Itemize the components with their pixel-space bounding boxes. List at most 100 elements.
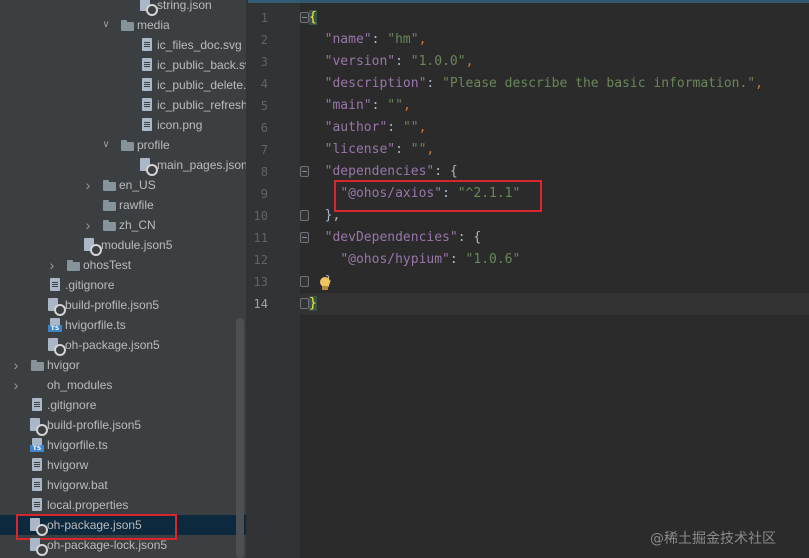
folder-icon [102, 198, 116, 212]
fold-end-icon[interactable] [300, 210, 309, 221]
tree-item[interactable]: icon.png [0, 115, 246, 135]
code-line[interactable]: { [309, 7, 317, 29]
tree-item[interactable]: hvigorfile.ts [0, 435, 246, 455]
tree-item[interactable]: hvigorfile.ts [0, 315, 246, 335]
line-number: 13 [253, 275, 268, 289]
tree-item-label: main_pages.json [157, 158, 246, 172]
json-file-icon [48, 298, 66, 316]
code-line[interactable]: "@ohos/hypium": "1.0.6" [309, 249, 520, 271]
fold-end-icon[interactable] [300, 298, 309, 309]
code-line[interactable]: "license": "", [309, 139, 435, 161]
tree-item[interactable]: build-profile.json5 [0, 295, 246, 316]
tree-item[interactable]: › hvigor [0, 355, 246, 375]
tree-item[interactable]: hvigorw.bat [0, 475, 246, 495]
file-icon [140, 98, 154, 112]
tree-item[interactable]: › ohosTest [0, 255, 246, 275]
code-token: : [371, 98, 388, 113]
chevron-right-icon[interactable]: › [82, 215, 94, 235]
code-token: "version" [324, 54, 396, 69]
tree-item-label: hvigorw.bat [47, 478, 108, 492]
code-line[interactable]: "description": "Please describe the basi… [309, 73, 763, 95]
code-line[interactable]: "version": "1.0.0", [309, 51, 474, 73]
lightbulb-icon[interactable] [318, 276, 332, 292]
code-token: "main" [324, 98, 372, 113]
line-number: 3 [260, 55, 268, 69]
json-file-icon [30, 518, 48, 536]
tree-item-label: rawfile [119, 198, 154, 212]
code-line[interactable]: "name": "hm", [309, 29, 427, 51]
code-token: , [465, 54, 474, 69]
tree-item[interactable]: ic_public_refresh.svg [0, 95, 246, 115]
tree-item[interactable]: › zh_CN [0, 215, 246, 235]
code-token: "name" [324, 32, 372, 47]
code-token: : [449, 252, 466, 267]
chevron-right-icon[interactable]: › [82, 175, 94, 195]
code-token: , [418, 120, 427, 135]
axios-dependency-highlight [334, 180, 542, 212]
project-tree-panel[interactable]: string.json ∨ media ic_files_doc.svg ic_publ… [0, 0, 246, 558]
code-token: : [387, 120, 403, 135]
tree-item[interactable]: .gitignore [0, 395, 246, 415]
tree-item[interactable]: ∨ media [0, 15, 246, 35]
tree-item[interactable]: build-profile.json5 [0, 415, 246, 436]
tree-item[interactable]: string.json [0, 0, 246, 16]
folder-icon [120, 138, 134, 152]
folder-icon [120, 18, 134, 32]
json-file-icon [140, 0, 158, 16]
chevron-right-icon[interactable]: › [46, 255, 58, 275]
tree-item[interactable]: ∨ profile [0, 135, 246, 155]
code-line[interactable]: "main": "", [309, 95, 411, 117]
code-line[interactable]: "devDependencies": { [309, 227, 482, 249]
line-number: 1 [260, 11, 268, 25]
folder-icon [30, 358, 44, 372]
tree-item[interactable]: ic_files_doc.svg [0, 35, 246, 55]
tree-item[interactable]: local.properties [0, 495, 246, 515]
tree-item[interactable]: main_pages.json [0, 155, 246, 176]
tree-item[interactable]: hvigorw [0, 455, 246, 475]
tree-item[interactable]: oh-package.json5 [0, 514, 246, 540]
tree-item-label: hvigorw [47, 458, 89, 472]
line-number: 4 [260, 77, 268, 91]
chevron-right-icon[interactable]: › [10, 375, 22, 395]
line-number: 6 [260, 121, 268, 135]
tree-item[interactable]: › en_US [0, 175, 246, 195]
fold-collapse-icon[interactable] [300, 12, 309, 23]
fold-end-icon[interactable] [300, 276, 309, 287]
tree-item[interactable]: .gitignore [0, 275, 246, 295]
tree-scrollbar[interactable] [236, 318, 244, 558]
tree-item[interactable]: ic_public_delete.svg [0, 75, 246, 95]
tree-item[interactable]: module.json5 [0, 235, 246, 256]
code-line[interactable]: "author": "", [309, 117, 427, 139]
tree-item-label: oh-package-lock.json5 [47, 538, 168, 552]
current-line-highlight [300, 293, 809, 315]
tree-item[interactable]: oh-package-lock.json5 [0, 535, 246, 556]
tree-item-label: profile [137, 138, 170, 152]
tree-item[interactable]: ic_public_back.svg [0, 55, 246, 75]
chevron-right-icon[interactable]: › [10, 355, 22, 375]
fold-collapse-icon[interactable] [300, 232, 309, 243]
tree-item-label: module.json5 [101, 238, 173, 252]
code-token: "1.0.0" [410, 54, 466, 69]
fold-collapse-icon[interactable] [300, 166, 309, 177]
json-file-icon [30, 538, 48, 556]
chevron-down-icon[interactable]: ∨ [100, 135, 112, 155]
tree-item-label: hvigorfile.ts [65, 318, 126, 332]
file-icon [30, 398, 44, 412]
tree-item[interactable]: rawfile [0, 195, 246, 215]
tree-item[interactable]: oh-package.json5 [0, 335, 246, 356]
code-line[interactable]: } [309, 293, 317, 315]
line-number: 8 [260, 165, 268, 179]
code-token: "hm" [387, 32, 419, 47]
code-token: "dependencies" [324, 164, 435, 179]
chevron-down-icon[interactable]: ∨ [100, 15, 112, 35]
tree-item[interactable]: › oh_modules [0, 375, 246, 395]
file-icon [140, 118, 154, 132]
code-token: "" [387, 98, 403, 113]
code-token: : [426, 76, 443, 91]
